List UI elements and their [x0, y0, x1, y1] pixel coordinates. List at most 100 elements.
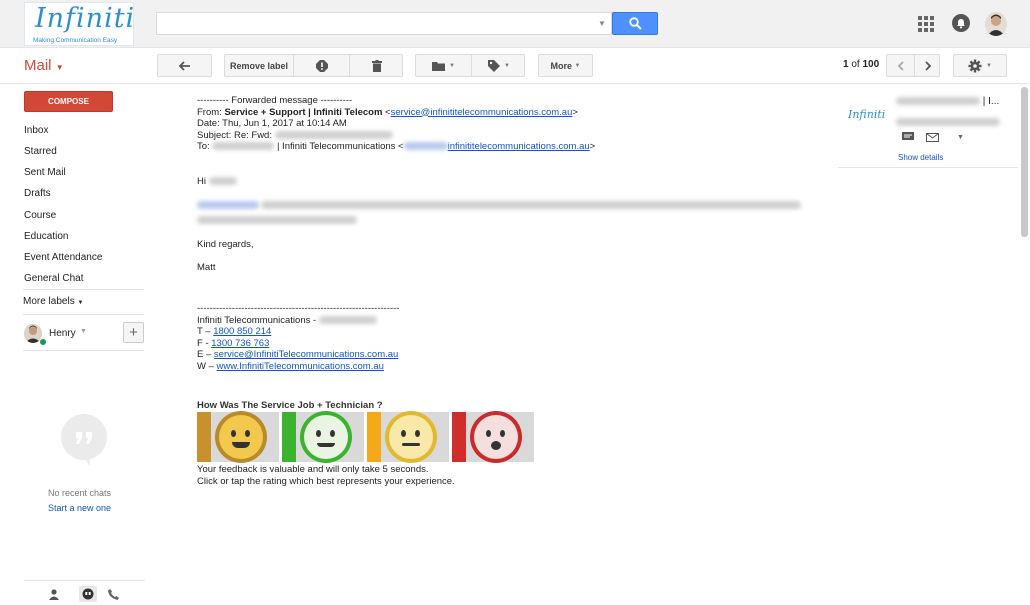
page-of: of: [851, 59, 860, 70]
no-recent-chats-text: No recent chats: [48, 488, 112, 498]
greeting: Hi: [197, 175, 206, 187]
rating-color-bar: [367, 412, 381, 462]
account-avatar[interactable]: [985, 12, 1007, 36]
search-icon: [628, 17, 642, 30]
top-bar: Infiniti Making Communication Easy ▼: [0, 0, 1030, 48]
sidebar-item-education[interactable]: Education: [24, 231, 68, 242]
page-counter: 1 of 100: [843, 59, 879, 70]
rating-good-button[interactable]: [282, 412, 364, 462]
sidebar-item-event-attendance[interactable]: Event Attendance: [24, 252, 102, 263]
phone-icon[interactable]: [104, 586, 122, 602]
sidebar-item-sent-mail[interactable]: Sent Mail: [24, 167, 66, 178]
report-spam-button[interactable]: [294, 59, 349, 72]
phone-link[interactable]: 1800 850 214: [213, 326, 271, 337]
search-options-icon[interactable]: ▼: [598, 12, 612, 35]
web-prefix: W –: [197, 360, 217, 372]
caret-down-icon[interactable]: ▼: [957, 134, 964, 141]
from-prefix: From:: [197, 106, 225, 118]
redacted-text: [261, 201, 801, 210]
older-button[interactable]: [915, 60, 941, 71]
sidebar-item-inbox[interactable]: Inbox: [24, 125, 48, 136]
sidebar-divider: [23, 289, 144, 290]
to-prefix: To:: [197, 141, 213, 152]
caret-down-icon: ▼: [77, 300, 84, 306]
new-chat-button[interactable]: +: [123, 322, 144, 343]
logo-wordmark: Infiniti: [35, 3, 136, 34]
page-total: 100: [862, 59, 880, 70]
sidebar-item-course[interactable]: Course: [24, 210, 56, 221]
hangouts-icon-tail: [80, 452, 90, 466]
from-email-link[interactable]: service@infinititelecommunications.com.a…: [391, 107, 573, 118]
delete-button[interactable]: [350, 59, 404, 72]
sender-name: | I...: [896, 96, 999, 107]
signature-divider: ----------------------------------------…: [197, 303, 400, 314]
chat-bubble-icon[interactable]: [902, 132, 914, 142]
caret-down-icon: ▼: [574, 62, 581, 69]
more-labels-link[interactable]: More labels ▼: [23, 296, 83, 307]
sidebar-item-starred[interactable]: Starred: [24, 146, 57, 157]
show-details-link[interactable]: Show details: [898, 153, 943, 162]
closing-line: Kind regards,: [197, 239, 254, 250]
start-new-chat-link[interactable]: Start a new one: [48, 503, 111, 513]
settings-button[interactable]: ▼: [953, 54, 1007, 77]
notifications-bell-icon[interactable]: [952, 14, 970, 32]
chat-user-name[interactable]: Henry: [49, 328, 76, 339]
pager-group: [886, 54, 940, 77]
feedback-line: Your feedback is valuable and will only …: [197, 464, 429, 475]
back-button[interactable]: [157, 54, 212, 77]
signature-email-line: E – service@InfinitiTelecommunications.c…: [197, 349, 817, 361]
sidebar-item-general-chat[interactable]: General Chat: [24, 273, 83, 284]
email-body: ---------- Forwarded message ---------- …: [197, 95, 817, 372]
website-link[interactable]: www.InfinitiTelecommunications.com.au: [217, 361, 384, 372]
sun-face-icon: [219, 415, 263, 459]
newer-button[interactable]: [887, 60, 914, 71]
remove-label-button[interactable]: Remove label: [225, 61, 293, 71]
signature-fax-line: F - 1300 736 763: [197, 338, 817, 350]
compose-button[interactable]: COMPOSE: [24, 91, 113, 112]
phone-prefix: T –: [197, 326, 214, 337]
company-logo[interactable]: Infiniti Making Communication Easy: [24, 2, 134, 46]
fax-link[interactable]: 1300 736 763: [211, 338, 269, 349]
redacted-link: [197, 201, 259, 210]
redacted-paragraph: [197, 200, 817, 212]
sender-name-suffix: | I...: [980, 96, 1000, 107]
sender-contact-card: Infiniti | I... ▼ Show details: [838, 92, 1018, 168]
hangouts-chat-icon[interactable]: [79, 586, 97, 602]
mail-switcher[interactable]: Mail ▼: [24, 57, 64, 74]
chat-footer: [24, 580, 145, 605]
labels-button[interactable]: ▼: [472, 59, 526, 72]
rating-neutral-button[interactable]: [367, 412, 449, 462]
caret-down-icon[interactable]: ▼: [80, 328, 87, 335]
date-line: Date: Thu, Jun 1, 2017 at 10:14 AM: [197, 118, 347, 129]
caret-down-icon: ▼: [986, 62, 992, 69]
apps-grid-icon[interactable]: [918, 16, 934, 32]
rating-poor-button[interactable]: [452, 412, 534, 462]
from-line: From: Service + Support | Infiniti Telec…: [197, 106, 578, 118]
scrollbar-thumb[interactable]: [1021, 87, 1028, 237]
contact-actions: ▼: [902, 132, 964, 142]
neutral-face-icon: [389, 415, 433, 459]
redacted-text: [318, 315, 377, 324]
redacted-paragraph: [197, 215, 817, 227]
trash-icon: [372, 59, 382, 72]
folder-icon: [432, 61, 446, 71]
signature-company-line: Infiniti Telecommunications -: [197, 315, 817, 327]
label-tag-icon: [488, 59, 501, 72]
search-button[interactable]: [612, 12, 658, 35]
caret-down-icon: ▼: [504, 62, 510, 69]
redacted-email-user: [403, 142, 448, 151]
to-company: | Infiniti Telecommunications <: [274, 141, 404, 152]
email-envelope-icon[interactable]: [926, 132, 939, 142]
signature-company: Infiniti Telecommunications -: [197, 314, 317, 326]
more-button[interactable]: More ▼: [538, 54, 593, 77]
mail-label-text: Mail: [24, 57, 52, 74]
sender-email: [896, 113, 1000, 128]
sidebar-divider: [23, 350, 144, 351]
signature-email-link[interactable]: service@InfinitiTelecommunications.com.a…: [214, 349, 398, 360]
search-input[interactable]: [156, 12, 612, 35]
contacts-person-icon[interactable]: [45, 586, 63, 602]
sidebar-item-drafts[interactable]: Drafts: [24, 188, 51, 199]
move-to-button[interactable]: ▼: [416, 61, 471, 71]
to-email-link[interactable]: infinititelecommunications.com.au: [403, 141, 590, 152]
rating-excellent-button[interactable]: [197, 412, 279, 462]
